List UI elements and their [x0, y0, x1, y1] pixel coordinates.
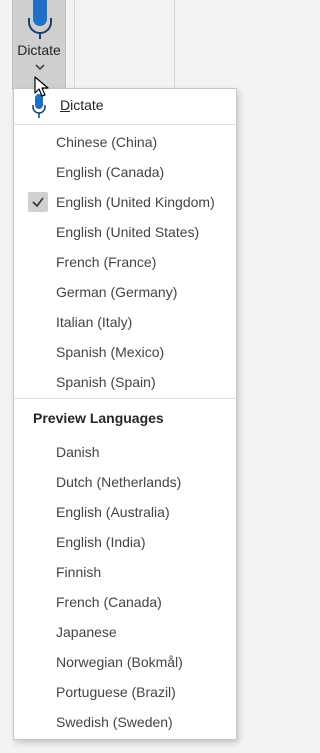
- ribbon-separator: [174, 0, 175, 88]
- ribbon-separator: [74, 0, 75, 88]
- menu-item-preview-language[interactable]: English (Australia): [14, 498, 236, 528]
- menu-item-preview-language[interactable]: French (Canada): [14, 588, 236, 618]
- menu-item-language-label: Italian (Italy): [56, 314, 133, 330]
- menu-item-preview-language-label: Japanese: [56, 624, 117, 640]
- menu-item-preview-language[interactable]: Portuguese (Brazil): [14, 678, 236, 708]
- menu-item-preview-language-label: Swedish (Sweden): [56, 714, 173, 730]
- menu-divider: [14, 124, 236, 125]
- menu-item-language-label: Spanish (Mexico): [56, 344, 165, 360]
- menu-item-preview-language[interactable]: Swedish (Sweden): [14, 708, 236, 738]
- mouse-cursor-icon: [34, 76, 49, 97]
- checkmark-icon: [28, 192, 48, 212]
- menu-item-preview-language-label: Finnish: [56, 564, 102, 580]
- menu-item-preview-language-label: Danish: [56, 444, 100, 460]
- menu-item-language[interactable]: German (Germany): [14, 278, 236, 308]
- menu-item-preview-language[interactable]: Danish: [14, 438, 236, 468]
- menu-item-language-label: Chinese (China): [56, 134, 158, 150]
- menu-item-preview-language[interactable]: Dutch (Netherlands): [14, 468, 236, 498]
- menu-item-language-label: French (France): [56, 254, 157, 270]
- menu-item-language[interactable]: English (United States): [14, 218, 236, 248]
- menu-item-language[interactable]: French (France): [14, 248, 236, 278]
- menu-item-preview-language-label: Norwegian (Bokmål): [56, 654, 183, 670]
- microphone-icon: [28, 0, 52, 39]
- dictate-language-menu: Dictate Chinese (China) English (Canada) E…: [13, 88, 237, 740]
- menu-item-language-label: Spanish (Spain): [56, 374, 156, 390]
- menu-item-language-label: English (United States): [56, 224, 200, 240]
- menu-item-preview-language[interactable]: Japanese: [14, 618, 236, 648]
- menu-item-language[interactable]: English (Canada): [14, 158, 236, 188]
- menu-item-preview-language-label: English (India): [56, 534, 146, 550]
- menu-item-language[interactable]: Spanish (Spain): [14, 368, 236, 398]
- menu-divider: [14, 398, 236, 399]
- menu-item-preview-language[interactable]: Finnish: [14, 558, 236, 588]
- menu-item-language-label: English (United Kingdom): [56, 194, 215, 210]
- menu-item-preview-language[interactable]: English (India): [14, 528, 236, 558]
- preview-languages-heading: Preview Languages: [33, 410, 164, 426]
- menu-item-preview-language[interactable]: Norwegian (Bokmål): [14, 648, 236, 678]
- ribbon: Dictate: [0, 0, 245, 90]
- dictate-label: Dictate: [17, 42, 61, 58]
- menu-item-preview-language-label: English (Australia): [56, 504, 170, 520]
- menu-item-language-label: English (Canada): [56, 164, 165, 180]
- menu-item-preview-language-label: Portuguese (Brazil): [56, 684, 176, 700]
- menu-item-language[interactable]: Spanish (Mexico): [14, 338, 236, 368]
- menu-item-language-label: German (Germany): [56, 284, 178, 300]
- menu-item-preview-language-label: Dutch (Netherlands): [56, 474, 182, 490]
- menu-item-language[interactable]: Italian (Italy): [14, 308, 236, 338]
- menu-item-language[interactable]: Chinese (China): [14, 128, 236, 158]
- menu-item-preview-language-label: French (Canada): [56, 594, 162, 610]
- menu-item-language[interactable]: English (United Kingdom): [14, 188, 236, 218]
- menu-item-dictate-label: Dictate: [60, 97, 104, 113]
- chevron-down-icon[interactable]: [34, 63, 46, 71]
